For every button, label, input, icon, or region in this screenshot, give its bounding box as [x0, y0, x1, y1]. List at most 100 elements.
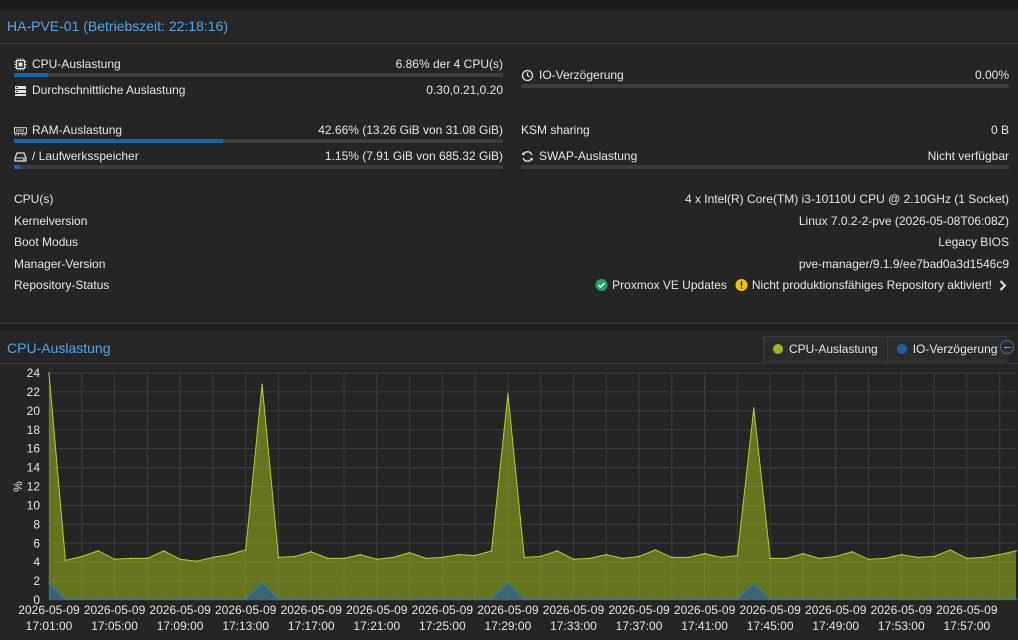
data-point-io: [244, 598, 247, 600]
data-point-cpu: [48, 372, 50, 374]
data-point-io: [720, 598, 722, 600]
data-point-io: [998, 598, 1001, 600]
ram-usage-label: RAM-Auslastung: [32, 123, 123, 137]
x-tick-label-date: 2026-05-09: [281, 603, 343, 617]
data-point-io: [982, 598, 984, 600]
manager-version-value: pve-manager/9.1.9/ee7bad0a3d1546c9: [798, 257, 1009, 271]
data-point-cpu: [179, 558, 181, 561]
root-disk-row: / Laufwerksspeicher 1.15% (7.91 GiB von …: [14, 149, 503, 165]
io-delay-value: 0.00%: [974, 68, 1009, 82]
data-point-cpu: [326, 557, 329, 560]
y-tick-label: 10: [27, 498, 41, 512]
data-point-io: [867, 598, 870, 600]
x-tick-label-time: 17:17:00: [288, 619, 335, 633]
cpu-chart-area: 0 2 4 6 8 10 12 14 16 18 20 22 24% 2026-05-09 17:01:00…: [0, 364, 1018, 640]
data-point-cpu: [523, 556, 526, 559]
data-point-cpu: [212, 556, 214, 559]
data-point-io: [294, 598, 296, 600]
data-point-io: [81, 598, 83, 600]
cpu-model-row: CPU(s) 4 x Intel(R) Core(TM) i3-10110U C…: [14, 192, 1009, 208]
repo-warning-status: Nicht produktionsfähiges Repository akti…: [751, 278, 992, 292]
chevron-right-icon[interactable]: [996, 279, 1009, 292]
data-point-io: [474, 598, 476, 600]
data-point-cpu: [851, 551, 853, 553]
data-point-io: [228, 598, 231, 600]
data-point-io: [441, 598, 444, 600]
data-point-cpu: [113, 558, 116, 561]
x-tick-label-date: 2026-05-09: [412, 603, 474, 617]
cpu-chip-icon: [14, 58, 27, 71]
collapse-panel-button[interactable]: [1000, 340, 1014, 354]
data-point-io: [589, 598, 591, 600]
data-point-io: [949, 598, 952, 600]
ksm-sharing-row: KSM sharing 0 B: [521, 123, 1009, 139]
x-tick-label-time: 17:09:00: [157, 619, 204, 633]
root-disk-value: 1.15% (7.91 GiB von 685.32 GiB): [324, 149, 503, 163]
ram-usage-value: 42.66% (13.26 GiB von 31.08 GiB): [318, 123, 503, 137]
data-point-cpu: [703, 552, 706, 555]
x-tick-label-date: 2026-05-09: [346, 603, 408, 617]
chart-legend: CPU-Auslastung IO-Verzögerung: [763, 336, 1008, 362]
legend-cpu-label: CPU-Auslastung: [789, 342, 878, 356]
x-tick-label-time: 17:29:00: [485, 619, 532, 633]
data-point-io: [261, 582, 263, 584]
data-point-io: [572, 598, 575, 600]
data-point-io: [310, 598, 313, 600]
cpu-usage-value: 6.86% der 4 CPU(s): [395, 57, 503, 71]
x-tick-label-date: 2026-05-09: [543, 603, 605, 617]
data-point-io: [130, 598, 132, 600]
x-tick-label-date: 2026-05-09: [215, 603, 277, 617]
cpu-usage-chart: 024681012141618202224%2026-05-0917:01:00…: [11, 366, 1017, 633]
data-point-cpu: [687, 556, 689, 559]
data-point-cpu: [834, 555, 837, 558]
cpu-usage-bar-fill: [14, 73, 48, 77]
x-tick-label-date: 2026-05-09: [477, 603, 539, 617]
data-point-io: [966, 598, 968, 600]
y-tick-label: 18: [27, 423, 41, 437]
data-point-io: [97, 598, 99, 600]
data-point-cpu: [605, 553, 608, 556]
node-status-title: HA-PVE-01 (Betriebszeit: 22:18:16): [7, 18, 228, 34]
data-point-cpu: [441, 556, 444, 559]
x-tick-label-date: 2026-05-09: [871, 603, 933, 617]
data-point-cpu: [556, 550, 558, 552]
data-point-cpu: [884, 557, 886, 560]
data-point-cpu: [736, 554, 739, 557]
data-point-io: [48, 582, 50, 584]
legend-item-io[interactable]: IO-Verzögerung: [888, 337, 1007, 361]
swap-usage-value: Nicht verfügbar: [927, 149, 1009, 163]
ksm-sharing-label: KSM sharing: [521, 123, 590, 137]
data-point-io: [769, 598, 771, 600]
y-tick-label: 8: [33, 517, 40, 531]
data-point-io: [539, 598, 542, 600]
data-point-cpu: [130, 557, 132, 560]
legend-io-swatch: [896, 344, 907, 354]
kernel-version-value: Linux 7.0.2-2-pve (2026-05-08T06:08Z): [798, 214, 1009, 228]
data-point-io: [457, 598, 460, 600]
y-tick-label: 12: [27, 480, 41, 494]
data-point-cpu: [621, 557, 624, 560]
x-tick-label-date: 2026-05-09: [18, 603, 80, 617]
repository-status-row[interactable]: Repository-Status Proxmox VE Updates Nic…: [14, 278, 1009, 294]
data-point-cpu: [998, 553, 1001, 556]
swap-usage-row: SWAP-Auslastung Nicht verfügbar: [521, 149, 1009, 165]
swap-usage-bar: [521, 165, 1009, 169]
data-point-cpu: [457, 553, 460, 556]
x-tick-label-time: 17:45:00: [747, 619, 794, 633]
x-tick-label-time: 17:37:00: [616, 619, 663, 633]
io-delay-bar: [521, 84, 1009, 88]
x-tick-label-date: 2026-05-09: [674, 603, 736, 617]
data-point-cpu: [572, 558, 575, 561]
x-tick-label-date: 2026-05-09: [84, 603, 146, 617]
x-tick-label-time: 17:05:00: [91, 619, 138, 633]
data-point-io: [933, 598, 935, 600]
data-point-io: [638, 598, 640, 600]
cpu-usage-label: CPU-Auslastung: [32, 57, 121, 71]
data-point-io: [523, 598, 526, 600]
y-tick-label: 6: [33, 536, 40, 550]
data-point-io: [343, 598, 345, 600]
legend-item-cpu[interactable]: CPU-Auslastung: [764, 337, 888, 361]
data-point-cpu: [867, 558, 870, 561]
cpu-chart-title: CPU-Auslastung: [7, 340, 111, 356]
data-point-cpu: [982, 556, 984, 559]
